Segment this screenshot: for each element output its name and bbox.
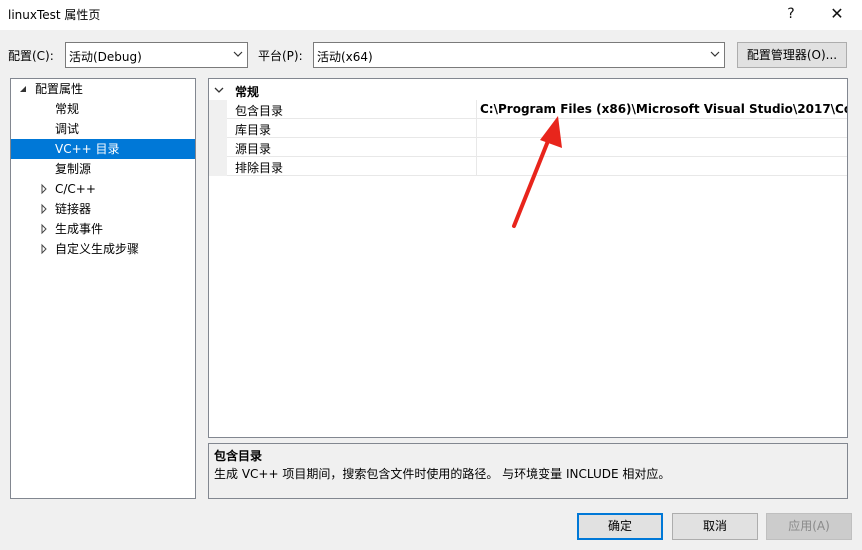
close-button[interactable]: ✕ (814, 0, 860, 30)
tree-item-build-events[interactable]: 生成事件 (11, 219, 195, 239)
tree-item-label: 生成事件 (55, 222, 104, 236)
collapsed-triangle-icon[interactable] (39, 179, 49, 199)
ok-button[interactable]: 确定 (577, 513, 663, 540)
description-text: 生成 VC++ 项目期间，搜索包含文件时使用的路径。 与环境变量 INCLUDE… (214, 467, 671, 481)
grid-category-general[interactable]: 常规 (209, 81, 847, 100)
platform-dropdown[interactable]: 活动(x64) (313, 42, 725, 68)
config-dropdown[interactable]: 活动(Debug) (65, 42, 248, 68)
tree-item-root[interactable]: 配置属性 (11, 79, 195, 99)
platform-value: 活动(x64) (317, 50, 373, 64)
grid-property-name: 库目录 (235, 123, 272, 137)
grid-gutter (209, 138, 227, 157)
tree-item-label: 复制源 (55, 162, 92, 176)
collapsed-triangle-icon[interactable] (39, 219, 49, 239)
tree-item-linker[interactable]: 链接器 (11, 199, 195, 219)
grid-name-cell[interactable]: 排除目录 (227, 157, 477, 176)
tree-item-label: C/C++ (55, 182, 96, 196)
chevron-down-icon (233, 51, 243, 57)
grid-property-name: 源目录 (235, 142, 272, 156)
tree-item-copy-sources[interactable]: 复制源 (11, 159, 195, 179)
grid-property-name: 排除目录 (235, 161, 284, 175)
grid-gutter (209, 157, 227, 176)
collapsed-triangle-icon[interactable] (39, 199, 49, 219)
expanded-triangle-icon[interactable] (18, 79, 28, 99)
grid-name-cell[interactable]: 库目录 (227, 119, 477, 138)
grid-gutter (209, 119, 227, 138)
cancel-button[interactable]: 取消 (672, 513, 758, 540)
property-tree: 配置属性 常规 调试 VC++ 目录 复制源 C/C++ 链接器 生成事件 自定… (10, 78, 196, 499)
tree-item-label: 链接器 (55, 202, 92, 216)
grid-gutter (209, 100, 227, 119)
tree-item-label: 配置属性 (35, 82, 84, 96)
config-value: 活动(Debug) (69, 50, 142, 64)
tree-item-label: 自定义生成步骤 (55, 242, 140, 256)
apply-button[interactable]: 应用(A) (766, 513, 852, 540)
tree-item-custom-build-step[interactable]: 自定义生成步骤 (11, 239, 195, 259)
red-arrow-icon (512, 116, 562, 228)
tree-item-label: VC++ 目录 (55, 142, 120, 156)
window-title: linuxTest 属性页 (8, 8, 101, 22)
grid-property-name: 包含目录 (235, 104, 284, 118)
tree-item-label: 常规 (55, 102, 80, 116)
tree-item-vc-directories[interactable]: VC++ 目录 (11, 139, 195, 159)
tree-item-general[interactable]: 常规 (11, 99, 195, 119)
grid-category-label: 常规 (235, 85, 260, 99)
config-label: 配置(C): (8, 49, 54, 63)
grid-name-cell[interactable]: 包含目录 (227, 100, 477, 119)
collapsed-triangle-icon[interactable] (39, 239, 49, 259)
grid-name-cell[interactable]: 源目录 (227, 138, 477, 157)
description-panel: 包含目录 生成 VC++ 项目期间，搜索包含文件时使用的路径。 与环境变量 IN… (208, 443, 848, 499)
description-title: 包含目录 (214, 449, 263, 463)
platform-label: 平台(P): (258, 49, 303, 63)
tree-item-debugging[interactable]: 调试 (11, 119, 195, 139)
config-manager-button[interactable]: 配置管理器(O)... (737, 42, 847, 68)
help-button[interactable]: ? (768, 0, 814, 30)
tree-item-cpp[interactable]: C/C++ (11, 179, 195, 199)
tree-item-label: 调试 (55, 122, 80, 136)
chevron-down-icon (710, 51, 720, 57)
chevron-down-icon[interactable] (213, 84, 225, 96)
title-bar: linuxTest 属性页 ? ✕ (0, 0, 862, 30)
